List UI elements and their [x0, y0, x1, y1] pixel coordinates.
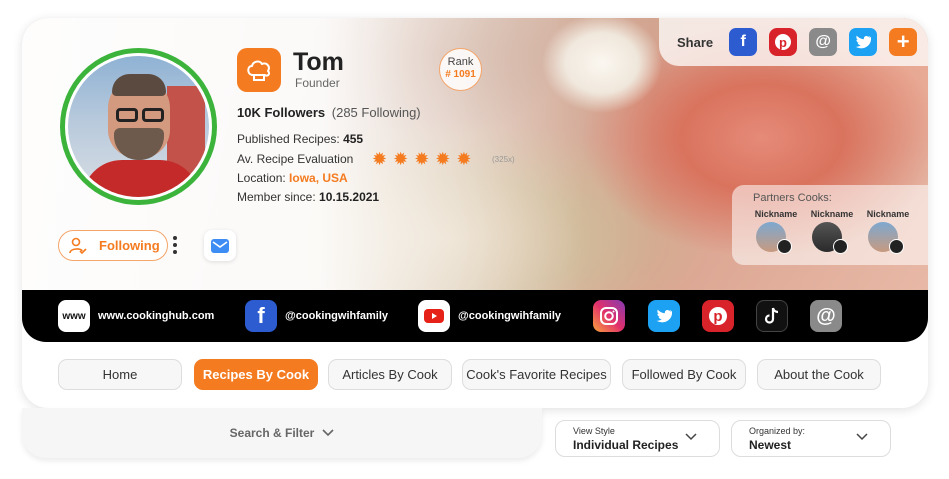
- recipe-evaluation-label: Av. Recipe Evaluation: [237, 152, 354, 166]
- star-icon: ✹: [393, 149, 409, 169]
- published-count: 455: [343, 132, 364, 146]
- followers-summary[interactable]: 10K Followers (285 Following): [237, 105, 421, 120]
- user-check-icon: [69, 237, 87, 254]
- search-filter-toggle[interactable]: Search & Filter: [22, 408, 542, 458]
- facebook-icon[interactable]: f: [729, 28, 758, 56]
- star-icon: ✹: [456, 149, 472, 169]
- more-options-icon[interactable]: [170, 231, 180, 259]
- youtube-link[interactable]: @cookingwihfamily: [418, 300, 561, 332]
- avatar-photo: [68, 56, 209, 197]
- rank-value: # 1091: [445, 69, 476, 80]
- partner-cook[interactable]: Nickname: [750, 209, 802, 254]
- following-button[interactable]: Following: [58, 230, 168, 261]
- partner-avatar: [756, 222, 792, 254]
- following-count[interactable]: (285 Following): [332, 105, 421, 120]
- email-link[interactable]: @: [810, 300, 842, 332]
- cook-role: Founder: [295, 76, 340, 90]
- star-icon: ✹: [414, 149, 430, 169]
- avatar[interactable]: [60, 48, 217, 205]
- cook-profile-page: Tom Founder Rank # 1091 10K Followers (2…: [0, 0, 949, 479]
- chef-hat-icon: [237, 48, 281, 92]
- tab-home[interactable]: Home: [58, 359, 182, 390]
- tiktok-icon: [756, 300, 788, 332]
- email-icon: @: [810, 300, 842, 332]
- twitter-icon[interactable]: [849, 28, 878, 56]
- published-recipes: Published Recipes: 455: [237, 132, 364, 146]
- facebook-icon: f: [245, 300, 277, 332]
- instagram-link[interactable]: [593, 300, 625, 332]
- organized-by-caption: Organized by:: [749, 426, 806, 436]
- chevron-down-icon: [685, 433, 697, 441]
- profile-card: Tom Founder Rank # 1091 10K Followers (2…: [22, 18, 928, 408]
- rating-stars: ✹ ✹ ✹ ✹ ✹: [372, 149, 472, 169]
- pinterest-icon: p: [702, 300, 734, 332]
- partner-avatar: [812, 222, 848, 254]
- website-icon: www: [58, 300, 90, 332]
- chevron-down-icon: [322, 429, 334, 437]
- chef-hat-icon: [889, 239, 904, 254]
- svg-text:p: p: [713, 308, 722, 325]
- organized-by-value: Newest: [749, 438, 792, 452]
- location-value[interactable]: Iowa, USA: [289, 171, 348, 185]
- facebook-handle: @cookingwihfamily: [285, 310, 389, 322]
- mail-icon: [211, 238, 229, 253]
- search-filter-label: Search & Filter: [229, 426, 315, 440]
- view-style-value: Individual Recipes: [573, 438, 679, 452]
- rank-label: Rank: [447, 56, 474, 68]
- tab-followed-by-cook[interactable]: Followed By Cook: [622, 359, 746, 390]
- share-bar: Share f p @ +: [659, 18, 928, 66]
- cook-name: Tom: [293, 48, 344, 76]
- youtube-handle: @cookingwihfamily: [458, 310, 562, 322]
- website-url: www.cookinghub.com: [98, 310, 215, 322]
- share-label: Share: [677, 34, 714, 50]
- plus-icon[interactable]: +: [889, 28, 918, 56]
- pinterest-icon[interactable]: p: [769, 28, 798, 56]
- view-style-select[interactable]: View Style Individual Recipes: [555, 420, 720, 457]
- star-icon: ✹: [372, 149, 388, 169]
- partner-avatar: [868, 222, 904, 254]
- social-links-bar: www www.cookinghub.com f @cookingwihfami…: [22, 290, 928, 342]
- svg-text:p: p: [779, 35, 787, 50]
- chevron-down-icon: [856, 433, 868, 441]
- tab-favorite-recipes[interactable]: Cook's Favorite Recipes: [462, 359, 611, 390]
- partner-cook[interactable]: Nickname: [806, 209, 858, 254]
- following-label: Following: [99, 238, 160, 253]
- twitter-link[interactable]: [648, 300, 680, 332]
- email-icon[interactable]: @: [809, 28, 838, 56]
- member-since: Member since: 10.15.2021: [237, 190, 380, 204]
- chef-hat-icon: [777, 239, 792, 254]
- member-since-value: 10.15.2021: [319, 190, 380, 204]
- chef-hat-icon: [833, 239, 848, 254]
- followers-count[interactable]: 10K Followers: [237, 105, 325, 120]
- partner-cooks-panel: Partners Cooks: Nickname Nickname Nickna…: [732, 185, 928, 265]
- message-button[interactable]: [204, 230, 236, 261]
- twitter-icon: [648, 300, 680, 332]
- youtube-icon: [418, 300, 450, 332]
- organized-by-select[interactable]: Organized by: Newest: [731, 420, 891, 457]
- instagram-icon: [593, 300, 625, 332]
- partners-title: Partners Cooks:: [753, 192, 832, 204]
- pinterest-link[interactable]: p: [702, 300, 734, 332]
- facebook-link[interactable]: f @cookingwihfamily: [245, 300, 388, 332]
- evaluation-count: (325x): [492, 155, 515, 164]
- tab-recipes-by-cook[interactable]: Recipes By Cook: [194, 359, 318, 390]
- view-style-caption: View Style: [573, 426, 615, 436]
- location: Location: Iowa, USA: [237, 171, 348, 185]
- website-link[interactable]: www www.cookinghub.com: [58, 300, 214, 332]
- star-icon: ✹: [435, 149, 451, 169]
- rank-badge: Rank # 1091: [439, 48, 482, 91]
- tab-articles-by-cook[interactable]: Articles By Cook: [328, 359, 452, 390]
- tiktok-link[interactable]: [756, 300, 788, 332]
- tab-about-the-cook[interactable]: About the Cook: [757, 359, 881, 390]
- partner-cook[interactable]: Nickname: [862, 209, 914, 254]
